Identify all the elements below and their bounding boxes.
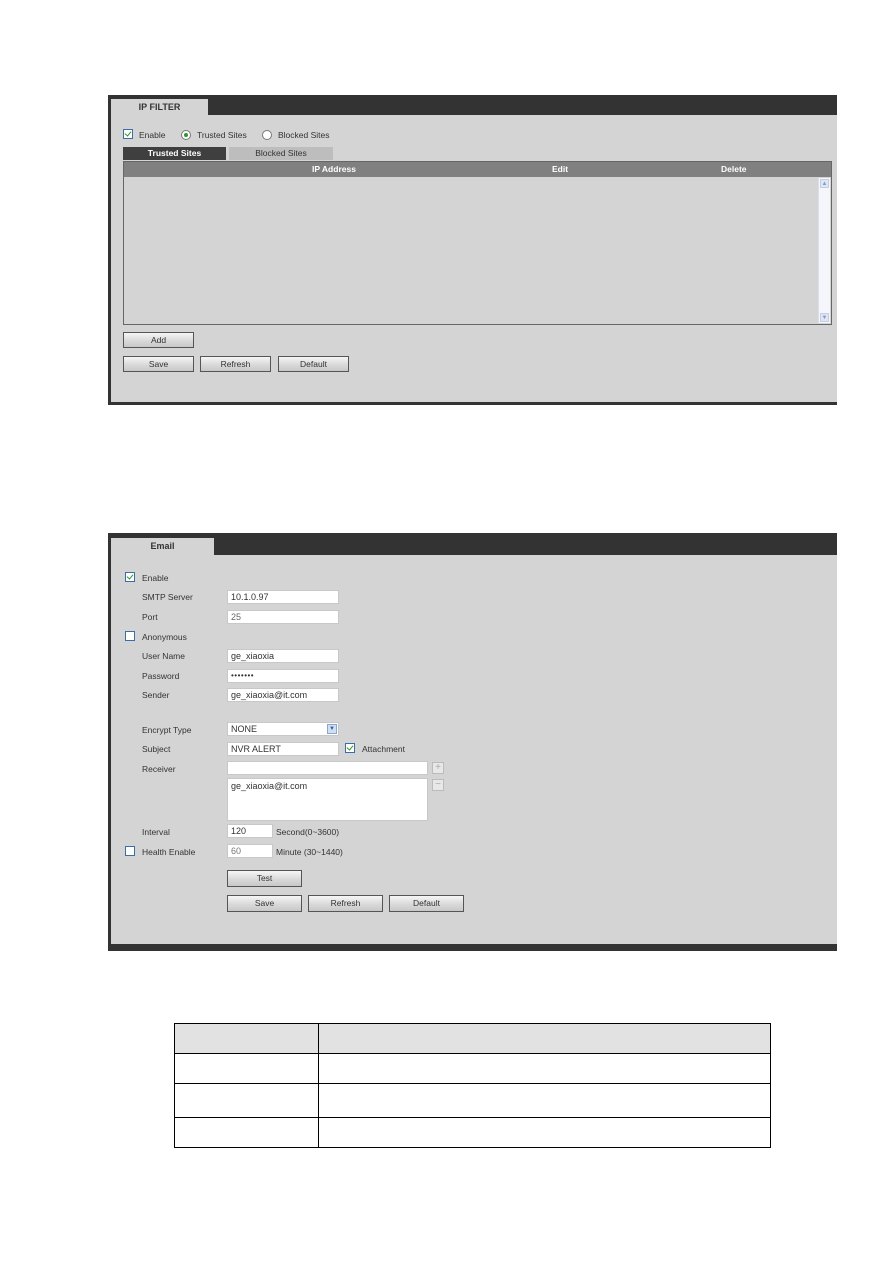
smtp-server-label: SMTP Server [142,592,193,602]
interval-input[interactable]: 120 [227,824,273,838]
health-interval-unit: Minute (30~1440) [276,847,343,857]
receiver-input[interactable] [227,761,428,775]
table-header-row [174,1023,771,1054]
interval-label: Interval [142,827,170,837]
ip-filter-title-tab: IP FILTER [111,99,208,115]
tab-blocked-sites[interactable]: Blocked Sites [229,147,333,160]
receiver-list[interactable]: ge_xiaoxia@it.com [227,778,428,821]
email-default-button[interactable]: Default [389,895,464,912]
health-interval-input[interactable]: 60 [227,844,273,858]
port-input[interactable]: 25 [227,610,339,624]
sender-input[interactable]: ge_xiaoxia@it.com [227,688,339,702]
table-header-cell [318,1023,771,1054]
table-cell [174,1117,319,1148]
health-enable-label: Health Enable [142,847,196,857]
table-cell [174,1083,319,1118]
scroll-up-icon[interactable]: ▲ [820,179,829,188]
password-input[interactable]: ••••••• [227,669,339,683]
ip-filter-header-bar [111,95,837,115]
table-row [174,1083,771,1118]
anonymous-checkbox[interactable] [125,631,135,641]
subject-input[interactable]: NVR ALERT [227,742,339,756]
ip-filter-panel: IP FILTER Enable Trusted Sites Blocked S… [108,95,837,405]
user-name-label: User Name [142,651,185,661]
table-header-cell [174,1023,319,1054]
blocked-sites-radio[interactable] [262,130,272,140]
encrypt-type-label: Encrypt Type [142,725,192,735]
anonymous-label: Anonymous [142,632,187,642]
sender-label: Sender [142,690,170,700]
subject-label: Subject [142,744,171,754]
table-cell [318,1117,771,1148]
blocked-sites-radio-label: Blocked Sites [278,130,330,140]
receiver-list-item[interactable]: ge_xiaoxia@it.com [231,780,427,793]
test-button[interactable]: Test [227,870,302,887]
ip-filter-save-button[interactable]: Save [123,356,194,372]
email-footer-bar [111,944,837,951]
email-refresh-button[interactable]: Refresh [308,895,383,912]
remove-receiver-button[interactable]: − [432,779,444,791]
ip-filter-refresh-button[interactable]: Refresh [200,356,271,372]
add-receiver-button[interactable]: + [432,762,444,774]
email-panel: Email Enable SMTP Server 10.1.0.97 Port … [108,533,837,951]
ip-filter-enable-label: Enable [139,130,166,140]
email-header-bar [111,533,837,555]
ip-filter-default-button[interactable]: Default [278,356,349,372]
table-row [174,1117,771,1148]
chevron-down-icon[interactable]: ▼ [327,724,337,734]
trusted-sites-radio-label: Trusted Sites [197,130,247,140]
smtp-server-input[interactable]: 10.1.0.97 [227,590,339,604]
encrypt-type-value: NONE [231,724,258,734]
email-title-tab: Email [111,538,214,555]
column-edit: Edit [552,164,569,174]
parameter-description-table [174,1023,771,1148]
email-enable-checkbox[interactable] [125,572,135,582]
ip-address-table: IP Address Edit Delete ▲ ▼ [123,161,832,325]
receiver-label: Receiver [142,764,176,774]
table-cell [174,1053,319,1084]
ip-filter-enable-checkbox[interactable] [123,129,133,139]
port-label: Port [142,612,158,622]
ip-table-scrollbar[interactable]: ▲ ▼ [818,178,830,323]
password-label: Password [142,671,180,681]
email-save-button[interactable]: Save [227,895,302,912]
add-button[interactable]: Add [123,332,194,348]
table-cell [318,1053,771,1084]
attachment-checkbox[interactable] [345,743,355,753]
tab-trusted-sites[interactable]: Trusted Sites [123,147,226,160]
user-name-input[interactable]: ge_xiaoxia [227,649,339,663]
ip-table-body [124,177,818,324]
trusted-sites-radio[interactable] [181,130,191,140]
encrypt-type-select[interactable]: NONE ▼ [227,722,339,736]
column-delete: Delete [721,164,747,174]
attachment-label: Attachment [362,744,405,754]
table-row [174,1053,771,1084]
column-ip-address: IP Address [312,164,356,174]
interval-unit: Second(0~3600) [276,827,340,837]
email-enable-label: Enable [142,573,169,583]
health-enable-checkbox[interactable] [125,846,135,856]
scroll-down-icon[interactable]: ▼ [820,313,829,322]
table-cell [318,1083,771,1118]
ip-table-header: IP Address Edit Delete [124,162,831,177]
